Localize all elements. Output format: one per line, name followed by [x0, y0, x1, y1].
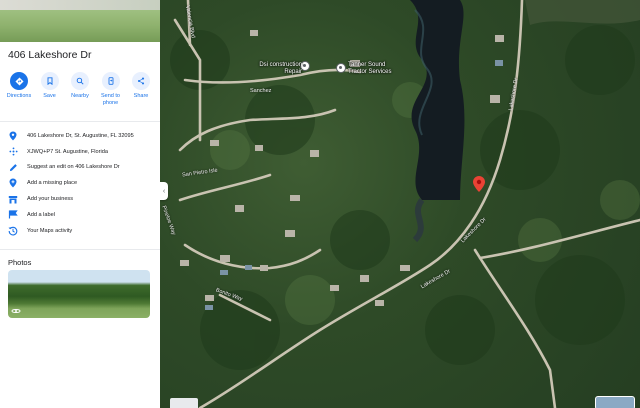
- share-icon: [137, 77, 145, 85]
- maps-activity-row[interactable]: Your Maps activity: [0, 223, 160, 239]
- satellite-map[interactable]: Dsi construction Repair Tanner Sound Tra…: [160, 0, 640, 408]
- layers-toggle-button[interactable]: [595, 396, 635, 408]
- collapse-panel-button[interactable]: ‹: [160, 182, 168, 200]
- street-view-icon: [11, 309, 21, 313]
- add-business-text: Add your business: [27, 196, 74, 203]
- map-imagery: [170, 0, 640, 408]
- directions-label: Directions: [6, 93, 32, 99]
- send-to-phone-icon: [108, 77, 113, 85]
- place-title: 406 Lakeshore Dr: [8, 49, 92, 61]
- chevron-left-icon: ‹: [162, 187, 166, 195]
- directions-button[interactable]: Directions: [4, 72, 34, 121]
- bookmark-icon: [47, 77, 52, 85]
- poi-marker-icon[interactable]: [336, 63, 346, 73]
- place-info-list: 406 Lakeshore Dr, St. Augustine, FL 3209…: [0, 122, 160, 250]
- maps-activity-text: Your Maps activity: [27, 227, 73, 234]
- photos-heading: Photos: [8, 258, 32, 267]
- storefront-icon: [8, 195, 18, 204]
- poi-label-tractor[interactable]: Tanner Sound Tractor Services: [348, 62, 396, 76]
- plus-code-text: XJWQ+P7 St. Augustine, Florida: [27, 148, 108, 155]
- address-row[interactable]: 406 Lakeshore Dr, St. Augustine, FL 3209…: [0, 128, 160, 144]
- map-scale-control[interactable]: [170, 398, 198, 408]
- send-to-phone-button[interactable]: Send to phone: [96, 72, 126, 121]
- add-label-text: Add a label: [27, 211, 55, 218]
- save-label: Save: [43, 93, 56, 99]
- location-marker-icon: [9, 131, 17, 141]
- nearby-icon: [76, 77, 84, 85]
- poi-label-construction[interactable]: Dsi construction Repair: [256, 62, 302, 76]
- share-button[interactable]: Share: [126, 72, 156, 121]
- place-photo[interactable]: [8, 270, 150, 318]
- road-label: Sanchez: [250, 88, 272, 94]
- label-flag-icon: [8, 210, 18, 219]
- plus-code-row[interactable]: XJWQ+P7 St. Augustine, Florida: [0, 144, 160, 160]
- action-bar: Directions Save Nearby Send to phone Sha…: [0, 64, 160, 122]
- address-text: 406 Lakeshore Dr, St. Augustine, FL 3209…: [27, 132, 134, 139]
- directions-icon: [14, 76, 24, 86]
- add-missing-place-text: Add a missing place: [27, 180, 78, 187]
- save-button[interactable]: Save: [35, 72, 65, 121]
- add-missing-place-row[interactable]: Add a missing place: [0, 175, 160, 191]
- share-label: Share: [133, 93, 149, 99]
- nearby-label: Nearby: [71, 93, 89, 99]
- place-hero-image[interactable]: [0, 0, 160, 42]
- nearby-button[interactable]: Nearby: [65, 72, 95, 121]
- add-place-icon: [9, 178, 17, 188]
- suggest-edit-text: Suggest an edit on 406 Lakeshore Dr: [27, 164, 120, 171]
- send-to-phone-label: Send to phone: [101, 93, 120, 106]
- location-pin-icon[interactable]: [473, 176, 485, 192]
- place-side-panel: 406 Lakeshore Dr Directions Save Nearby …: [0, 0, 160, 408]
- add-business-row[interactable]: Add your business: [0, 191, 160, 207]
- add-label-row[interactable]: Add a label: [0, 207, 160, 223]
- pencil-icon: [9, 164, 17, 172]
- history-icon: [8, 226, 18, 236]
- plus-code-icon: [8, 147, 18, 156]
- suggest-edit-row[interactable]: Suggest an edit on 406 Lakeshore Dr: [0, 160, 160, 176]
